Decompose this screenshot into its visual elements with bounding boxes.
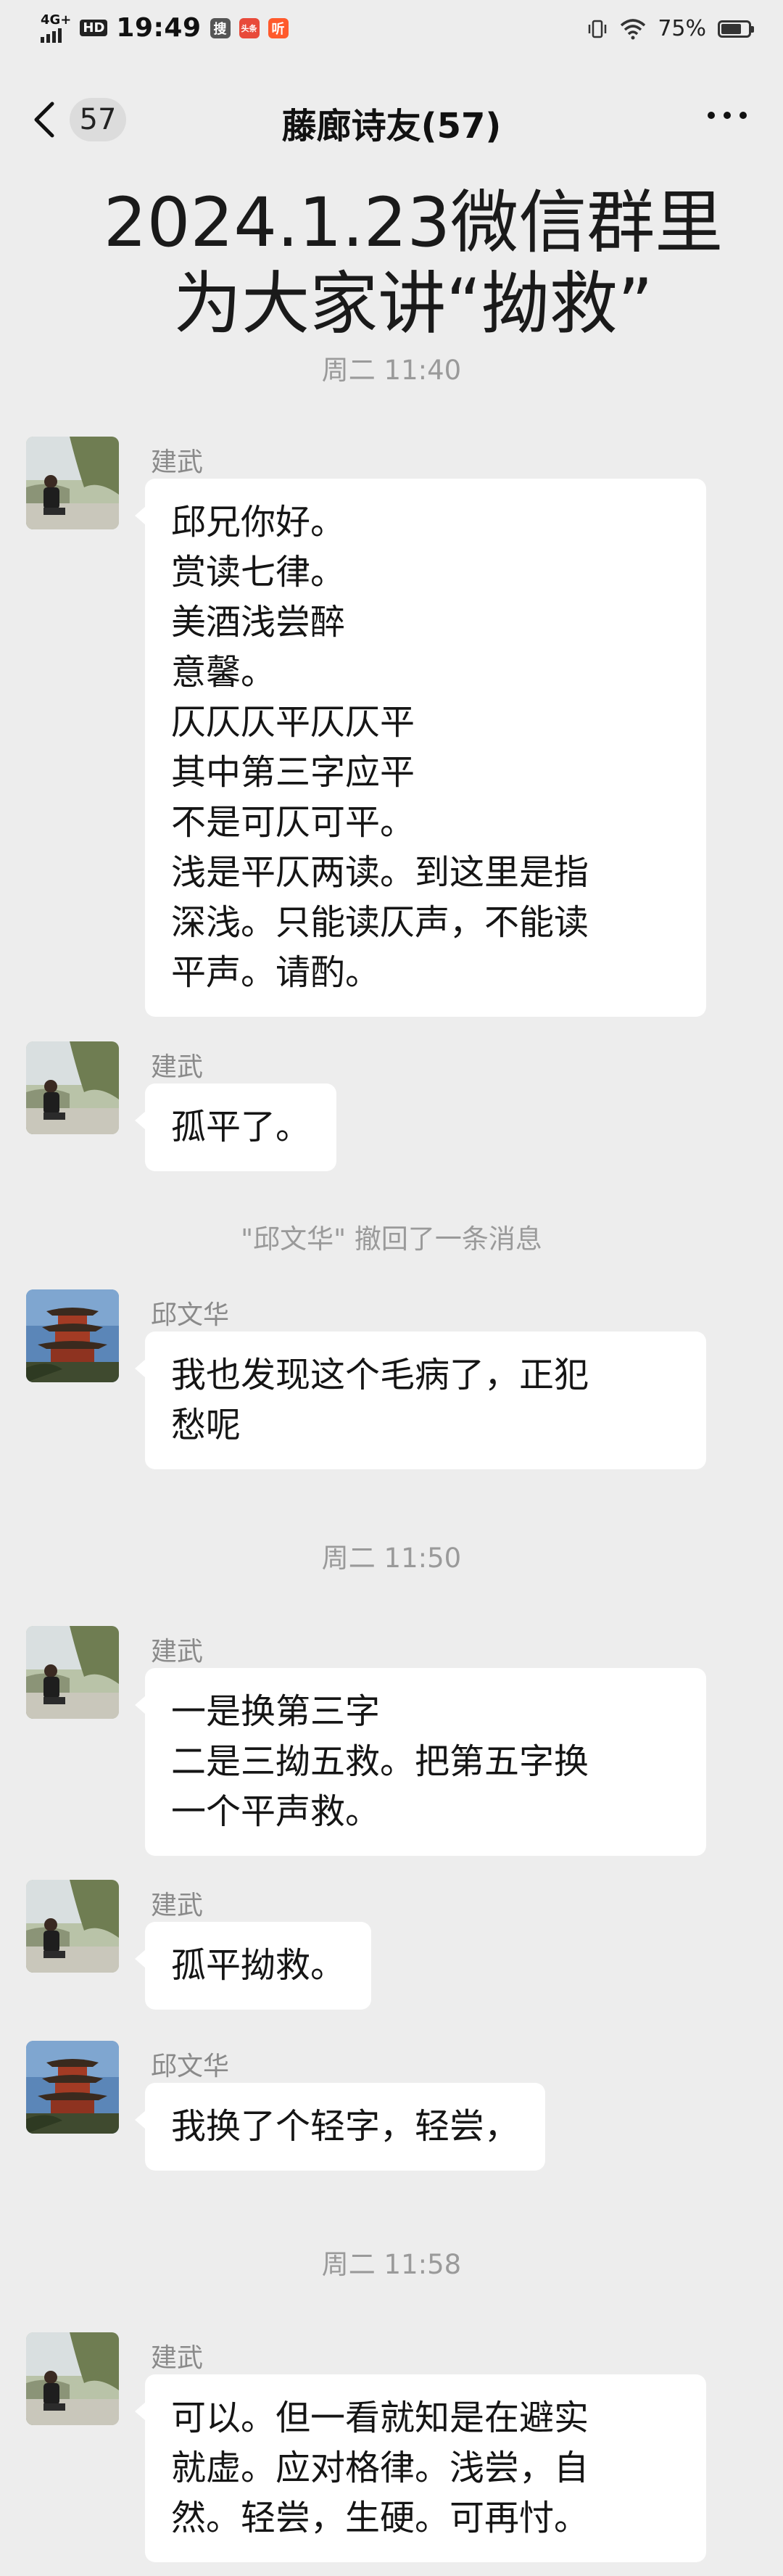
avatar[interactable] (26, 2332, 119, 2425)
message-text-line: 浅是平仄两读。到这里是指 (171, 852, 589, 893)
hd-badge: HD (80, 20, 108, 36)
chat-title: 藤廊诗友(57) (281, 106, 502, 146)
message-text-line: 孤平了。 (171, 1107, 311, 1147)
battery-icon (718, 20, 754, 38)
recall-notice: "邱文华" 撤回了一条消息 (241, 1223, 542, 1255)
message-text-line: 可以。但一看就知是在避实 (171, 2398, 589, 2438)
message-text-line: 就虚。应对格律。浅尝，自 (171, 2448, 589, 2488)
app-notification-icon-listen: 听 (268, 17, 289, 38)
timestamp: 周二 11:58 (321, 2249, 462, 2280)
avatar-image (26, 437, 119, 529)
avatar[interactable] (26, 2041, 119, 2134)
sender-name: 建武 (151, 2343, 204, 2373)
message-text-line: 邱兄你好。 (171, 502, 346, 542)
message-text-line: 愁呢 (171, 1405, 241, 1445)
avatar[interactable] (26, 1289, 119, 1382)
avatar-image (26, 1041, 119, 1134)
sender-name: 建武 (151, 1891, 204, 1920)
avatar-image (26, 2332, 119, 2425)
app-notification-icon-news: 头条 (239, 17, 260, 38)
message-bubble[interactable]: 我换了个轻字，轻尝， (134, 2083, 546, 2171)
message-bubble[interactable]: 我也发现这个毛病了，正犯 愁呢 (135, 1332, 706, 1469)
sender-name: 邱文华 (151, 2052, 230, 2081)
message-text-line: 仄仄仄平仄仄平 (171, 702, 415, 743)
avatar[interactable] (26, 1041, 119, 1134)
status-bar: 4G+ HD 19:49 搜 头条 听 75% (0, 0, 783, 61)
app-notification-icon-search: 搜 (210, 17, 231, 38)
signal-icon (41, 27, 62, 43)
message-bubble[interactable]: 邱兄你好。赏读七律。美酒浅尝醉意馨。仄仄仄平仄仄平 其中第三字应平 不是可仄可平。浅… (135, 479, 706, 1017)
message-bubble[interactable]: 孤平拗救。 (134, 1922, 372, 2010)
caption-line-1: 2024.1.23微信群里 (103, 183, 724, 263)
more-icon[interactable] (708, 112, 747, 119)
avatar[interactable] (26, 437, 119, 529)
message-text-line: 赏读七律。 (171, 552, 346, 593)
avatar[interactable] (26, 1626, 119, 1719)
message-text-line: 我也发现这个毛病了，正犯 (171, 1355, 589, 1395)
sender-name: 建武 (151, 447, 204, 477)
sender-name: 邱文华 (151, 1300, 230, 1330)
avatar[interactable] (26, 1880, 119, 1973)
chat-header: 57 藤廊诗友(57) (0, 70, 783, 171)
avatar-image (26, 1880, 119, 1973)
avatar-image (26, 1626, 119, 1719)
overlay-caption: 2024.1.23微信群里 为大家讲“拗救” (72, 183, 754, 345)
vibrate-icon (589, 20, 607, 38)
status-time: 19:49 (116, 13, 202, 43)
message-text-line: 一个平声救。 (171, 1791, 381, 1832)
message-bubble[interactable]: 可以。但一看就知是在避实 就虚。应对格律。浅尝，自 然。轻尝，生硬。可再忖。 (135, 2374, 706, 2562)
message-text-line: 二是三拗五救。把第五字换 (171, 1741, 589, 1782)
message-bubble[interactable]: 孤平了。 (134, 1083, 337, 1171)
message-text-line: 不是可仄可平。 (171, 802, 415, 843)
message-text-line: 美酒浅尝醉 (171, 602, 346, 643)
wifi-icon (621, 18, 646, 39)
battery-percent: 75% (658, 16, 706, 41)
sender-name: 建武 (151, 1052, 204, 1082)
avatar-image (26, 2041, 119, 2134)
message-text-line: 平声。请酌。 (171, 952, 381, 993)
message-text-line: 一是换第三字 (171, 1691, 381, 1732)
network-type: 4G+ (41, 12, 72, 28)
sender-name: 建武 (151, 1637, 204, 1667)
message-bubble[interactable]: 一是换第三字二是三拗五救。把第五字换 一个平声救。 (135, 1668, 706, 1856)
message-text-line: 然。轻尝，生硬。可再忖。 (171, 2498, 589, 2538)
caption-line-2: 为大家讲“拗救” (173, 265, 653, 344)
message-text-line: 我换了个轻字，轻尝， (171, 2106, 520, 2147)
avatar-image (26, 1289, 119, 1382)
timestamp: 周二 11:50 (321, 1543, 462, 1574)
message-text-line: 意馨。 (171, 652, 276, 693)
message-text-line: 深浅。只能读仄声，不能读 (171, 902, 589, 943)
message-text-line: 其中第三字应平 (171, 752, 415, 793)
timestamp: 周二 11:40 (321, 355, 462, 386)
message-text-line: 孤平拗救。 (171, 1945, 346, 1986)
